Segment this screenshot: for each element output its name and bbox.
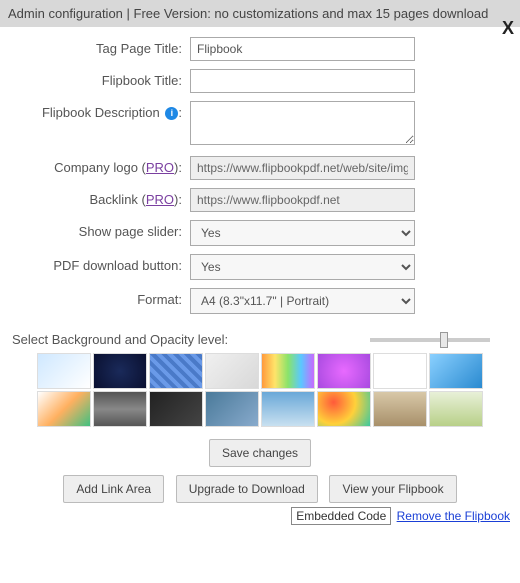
background-label: Select Background and Opacity level: [12, 332, 370, 347]
format-select[interactable]: A4 (8.3"x11.7" | Portrait) [190, 288, 415, 314]
opacity-slider[interactable] [370, 338, 490, 342]
pro-link-backlink[interactable]: PRO [146, 192, 174, 207]
tag-page-title-input[interactable] [190, 37, 415, 61]
company-logo-input [190, 156, 415, 180]
background-thumb[interactable] [37, 353, 91, 389]
show-slider-select[interactable]: Yes [190, 220, 415, 246]
view-flipbook-button[interactable]: View your Flipbook [329, 475, 456, 503]
background-thumb[interactable] [93, 391, 147, 427]
background-thumb[interactable] [93, 353, 147, 389]
pdf-download-select[interactable]: Yes [190, 254, 415, 280]
tag-page-title-label: Tag Page Title: [12, 37, 190, 56]
background-thumb[interactable] [149, 391, 203, 427]
pdf-download-label: PDF download button: [12, 254, 190, 273]
background-thumb[interactable] [37, 391, 91, 427]
info-icon[interactable]: i [165, 107, 178, 120]
background-thumb[interactable] [429, 353, 483, 389]
background-thumb[interactable] [317, 391, 371, 427]
background-thumb[interactable] [317, 353, 371, 389]
close-icon[interactable]: X [502, 18, 514, 39]
backlink-input [190, 188, 415, 212]
footer-links: Embedded Code Remove the Flipbook [0, 503, 520, 529]
background-thumb[interactable] [373, 391, 427, 427]
flipbook-desc-label: Flipbook Description i: [12, 101, 190, 120]
show-slider-label: Show page slider: [12, 220, 190, 239]
config-form: Tag Page Title: Flipbook Title: Flipbook… [0, 27, 520, 328]
background-thumb[interactable] [429, 391, 483, 427]
opacity-slider-thumb[interactable] [440, 332, 448, 348]
background-section: Select Background and Opacity level: [0, 328, 520, 427]
background-thumb[interactable] [261, 353, 315, 389]
background-thumb[interactable] [205, 353, 259, 389]
header-title: Admin configuration | Free Version: no c… [8, 6, 488, 21]
background-thumbnails [12, 353, 508, 427]
background-thumb[interactable] [205, 391, 259, 427]
flipbook-title-label: Flipbook Title: [12, 69, 190, 88]
pro-link-logo[interactable]: PRO [146, 160, 174, 175]
upgrade-button[interactable]: Upgrade to Download [176, 475, 318, 503]
remove-flipbook-link[interactable]: Remove the Flipbook [397, 509, 510, 523]
embedded-code-link[interactable]: Embedded Code [291, 507, 391, 525]
save-button[interactable]: Save changes [209, 439, 311, 467]
background-thumb[interactable] [149, 353, 203, 389]
flipbook-title-input[interactable] [190, 69, 415, 93]
flipbook-desc-input[interactable] [190, 101, 415, 145]
add-link-area-button[interactable]: Add Link Area [63, 475, 164, 503]
background-thumb[interactable] [261, 391, 315, 427]
backlink-label: Backlink (PRO): [12, 188, 190, 207]
background-thumb[interactable] [373, 353, 427, 389]
format-label: Format: [12, 288, 190, 307]
header-bar: Admin configuration | Free Version: no c… [0, 0, 520, 27]
company-logo-label: Company logo (PRO): [12, 156, 190, 175]
